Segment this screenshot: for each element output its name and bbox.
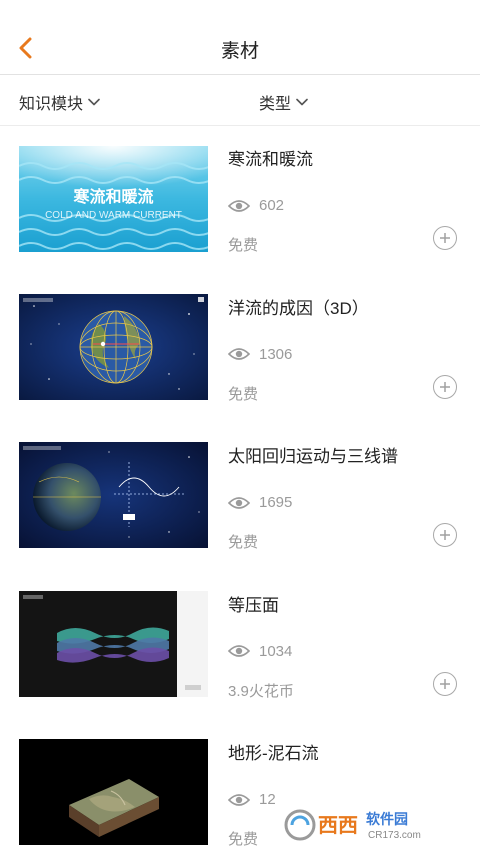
list-item[interactable]: 洋流的成因（3D） 1306 免费: [0, 276, 480, 425]
filter-knowledge-module[interactable]: 知识模块: [19, 90, 100, 114]
material-title: 太阳回归运动与三线谱: [228, 447, 398, 466]
list-item[interactable]: 等压面 1034 3.9火花币: [0, 573, 480, 722]
add-button[interactable]: [433, 671, 457, 696]
top-nav-bar: 素材: [0, 0, 480, 75]
thumbnail-title: 寒流和暖流: [72, 187, 153, 206]
eye-icon: [228, 496, 250, 509]
view-count-value: 1695: [259, 494, 293, 511]
list-item[interactable]: 太阳回归运动与三线谱 1695 免费: [0, 424, 480, 573]
material-thumbnail[interactable]: [19, 293, 208, 400]
filter-type[interactable]: 类型: [259, 90, 308, 114]
price-label: 免费: [228, 831, 259, 848]
watermark-url: CR173.com: [368, 830, 421, 841]
add-button[interactable]: [433, 226, 457, 250]
material-title: 寒流和暖流: [228, 150, 313, 169]
watermark-sub: 软件园: [366, 811, 408, 828]
material-thumbnail[interactable]: 寒流和暖流 COLD AND WARM CURRENT: [19, 146, 208, 252]
plus-icon: [440, 678, 450, 689]
plus-icon: [440, 233, 450, 243]
material-thumbnail[interactable]: [19, 442, 208, 548]
plus-icon: [440, 381, 450, 392]
material-title: 等压面: [228, 595, 279, 615]
globe-space-image: [19, 293, 208, 400]
view-count-value: 1034: [259, 642, 293, 660]
view-count-value: 12: [259, 791, 276, 808]
view-count: 12: [228, 791, 276, 808]
material-thumbnail[interactable]: [19, 590, 208, 697]
thumbnail-subtitle: COLD AND WARM CURRENT: [45, 210, 182, 221]
eye-icon: [228, 348, 250, 360]
view-count-value: 602: [259, 197, 285, 214]
watermark-logo: 西西 软件园 CR173.com: [280, 806, 460, 844]
filter-label: 类型: [259, 96, 292, 113]
price-label: 免费: [228, 534, 259, 551]
terrain-mudslide-image: [19, 739, 208, 845]
site-watermark: 西西 软件园 CR173.com: [280, 806, 460, 844]
chevron-down-icon: [296, 98, 308, 106]
add-button[interactable]: [433, 374, 457, 399]
price-label: 免费: [228, 385, 259, 403]
ocean-waves-image: 寒流和暖流 COLD AND WARM CURRENT: [19, 146, 208, 252]
view-count: 602: [228, 197, 284, 214]
price-label: 免费: [228, 237, 259, 254]
material-thumbnail[interactable]: [19, 739, 208, 845]
view-count: 1306: [228, 346, 292, 363]
isobaric-surface-image: [19, 590, 208, 697]
list-item[interactable]: 寒流和暖流 COLD AND WARM CURRENT 寒流和暖流 602 免费: [0, 127, 480, 276]
filter-bar: 知识模块 类型: [0, 76, 480, 126]
add-button[interactable]: [433, 523, 457, 547]
filter-label: 知识模块: [19, 96, 84, 113]
page-title: 素材: [220, 41, 259, 62]
price-label: 3.9火花币: [228, 682, 294, 700]
earth-sun-image: [19, 442, 208, 548]
view-count: 1695: [228, 494, 292, 511]
view-count-value: 1306: [259, 345, 293, 363]
material-list: 寒流和暖流 COLD AND WARM CURRENT 寒流和暖流 602 免费: [0, 127, 480, 853]
chevron-down-icon: [88, 98, 100, 106]
material-title: 洋流的成因（3D）: [228, 298, 369, 318]
eye-icon: [228, 199, 250, 212]
eye-icon: [228, 645, 250, 657]
view-count: 1034: [228, 643, 292, 660]
eye-icon: [228, 793, 250, 806]
plus-icon: [440, 530, 450, 540]
watermark-text: 西西: [318, 813, 358, 837]
material-title: 地形-泥石流: [228, 744, 319, 763]
